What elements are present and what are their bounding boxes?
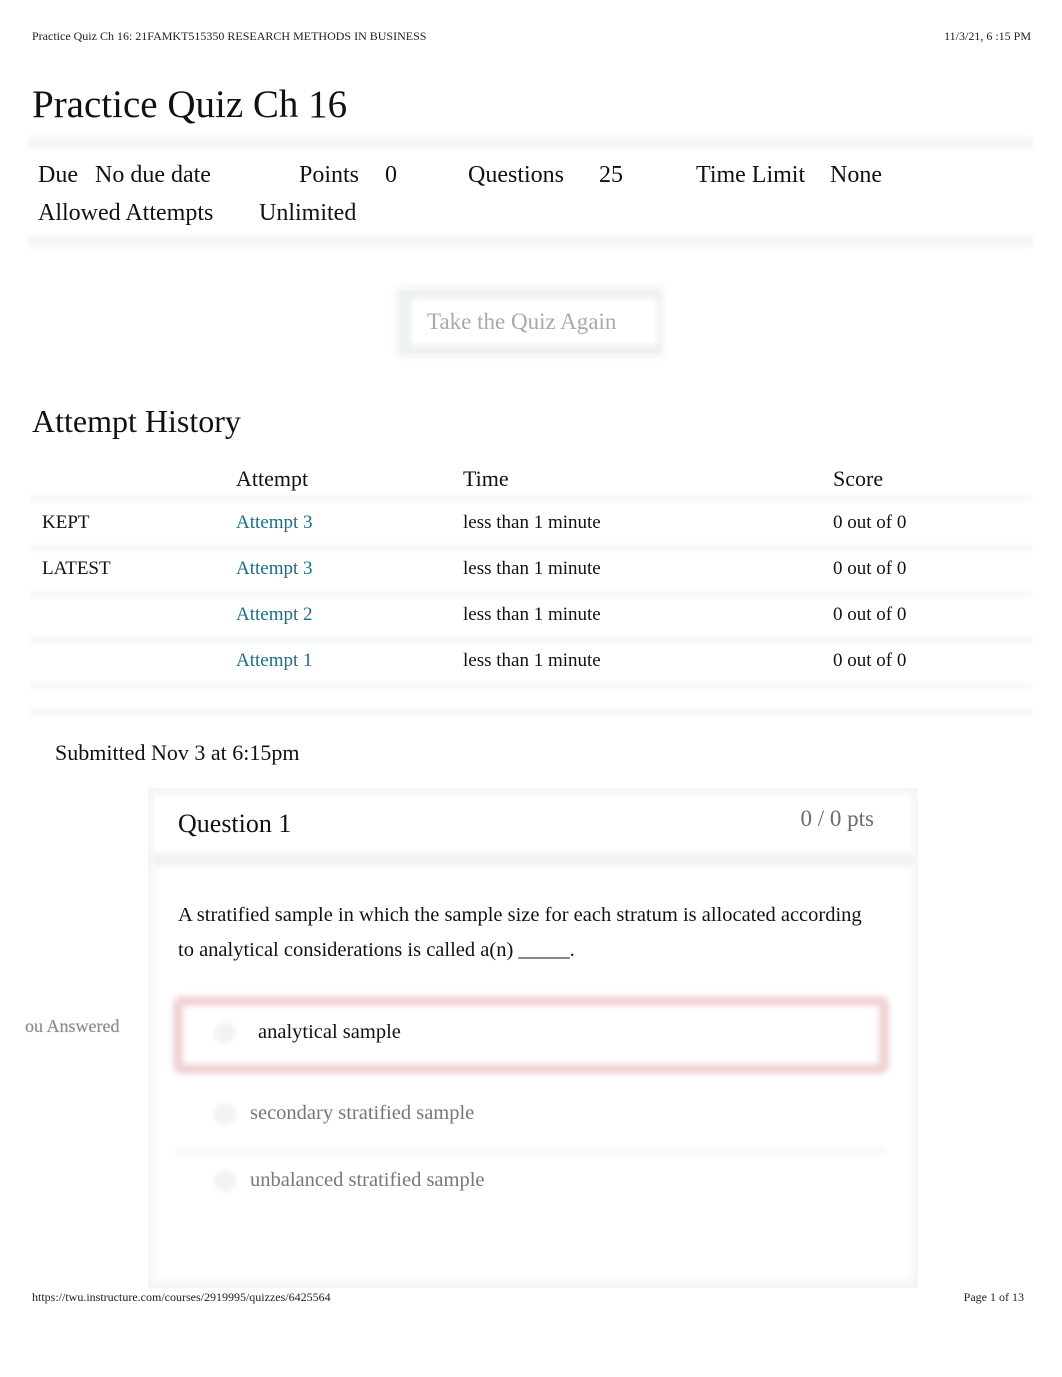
answer-option[interactable]: unbalanced stratified sample xyxy=(214,1169,485,1192)
answer-label: unbalanced stratified sample xyxy=(250,1169,485,1191)
question-points: 0 / 0 pts xyxy=(800,806,874,831)
page-number: Page 1 of 13 xyxy=(963,1290,1024,1304)
points-label: Points xyxy=(299,162,360,188)
row-divider xyxy=(30,544,1032,552)
answer-option[interactable]: secondary stratified sample xyxy=(214,1102,474,1125)
radio-button[interactable] xyxy=(214,1102,236,1125)
time-limit-value: None xyxy=(830,162,882,188)
attempt-link[interactable]: Attempt 2 xyxy=(236,604,313,626)
attempt-time: less than 1 minute xyxy=(463,650,601,671)
attempt-history-title: Attempt History xyxy=(32,403,241,439)
attempt-score: 0 out of 0 xyxy=(833,604,907,625)
row-divider xyxy=(30,636,1032,644)
column-header-score: Score xyxy=(833,466,884,491)
print-footer: https://twu.instructure.com/courses/2919… xyxy=(32,1290,1024,1305)
answer-option[interactable]: analytical sample xyxy=(214,1021,401,1044)
print-doc-title: Practice Quiz Ch 16: 21FAMKT515350 RESEA… xyxy=(32,29,427,43)
question-header-divider xyxy=(152,852,914,868)
points-value: 0 xyxy=(385,162,397,188)
attempt-status: LATEST xyxy=(42,558,111,579)
due-value: No due date xyxy=(95,162,211,188)
attempt-time: less than 1 minute xyxy=(463,512,601,533)
question-text: A stratified sample in which the sample … xyxy=(178,904,862,961)
attempt-link[interactable]: Attempt 3 xyxy=(236,512,313,534)
questions-value: 25 xyxy=(599,162,623,188)
divider xyxy=(28,136,1034,150)
attempt-time: less than 1 minute xyxy=(463,558,601,579)
attempt-score: 0 out of 0 xyxy=(833,512,907,533)
attempt-score: 0 out of 0 xyxy=(833,650,907,671)
print-url: https://twu.instructure.com/courses/2919… xyxy=(32,1290,331,1304)
column-header-attempt: Attempt xyxy=(236,466,309,491)
row-divider xyxy=(30,590,1032,598)
print-header: Practice Quiz Ch 16: 21FAMKT515350 RESEA… xyxy=(32,29,1031,44)
allowed-attempts-value: Unlimited xyxy=(259,200,357,226)
take-quiz-again-button[interactable]: Take the Quiz Again xyxy=(414,302,654,342)
you-answered-label: ou Answered xyxy=(25,1016,120,1036)
time-limit-label: Time Limit xyxy=(696,162,806,188)
due-label: Due xyxy=(38,162,78,188)
submitted-timestamp: Submitted Nov 3 at 6:15pm xyxy=(55,740,300,765)
attempt-history-table: Attempt Time Score KEPT Attempt 3 less t… xyxy=(0,462,1062,716)
attempt-link[interactable]: Attempt 3 xyxy=(236,558,313,580)
attempt-time: less than 1 minute xyxy=(463,604,601,625)
row-divider xyxy=(30,682,1032,690)
question-title: Question 1 xyxy=(178,809,292,838)
column-header-time: Time xyxy=(463,466,509,491)
divider xyxy=(28,234,1034,248)
answer-divider xyxy=(175,1146,887,1156)
radio-button[interactable] xyxy=(214,1021,236,1044)
row-divider xyxy=(30,708,1032,716)
attempt-score: 0 out of 0 xyxy=(833,558,907,579)
row-divider xyxy=(30,494,1032,502)
quiz-details: Due No due date Points 0 Questions 25 Ti… xyxy=(38,156,882,232)
allowed-attempts-label: Allowed Attempts xyxy=(38,200,214,226)
attempt-link[interactable]: Attempt 1 xyxy=(236,650,313,672)
page-title: Practice Quiz Ch 16 xyxy=(32,83,348,126)
questions-label: Questions xyxy=(468,162,564,188)
attempt-status: KEPT xyxy=(42,512,90,533)
radio-button[interactable] xyxy=(214,1169,236,1192)
print-timestamp: 11/3/21, 6 :15 PM xyxy=(944,29,1031,43)
answer-label: analytical sample xyxy=(258,1021,401,1043)
answer-label: secondary stratified sample xyxy=(250,1102,475,1124)
